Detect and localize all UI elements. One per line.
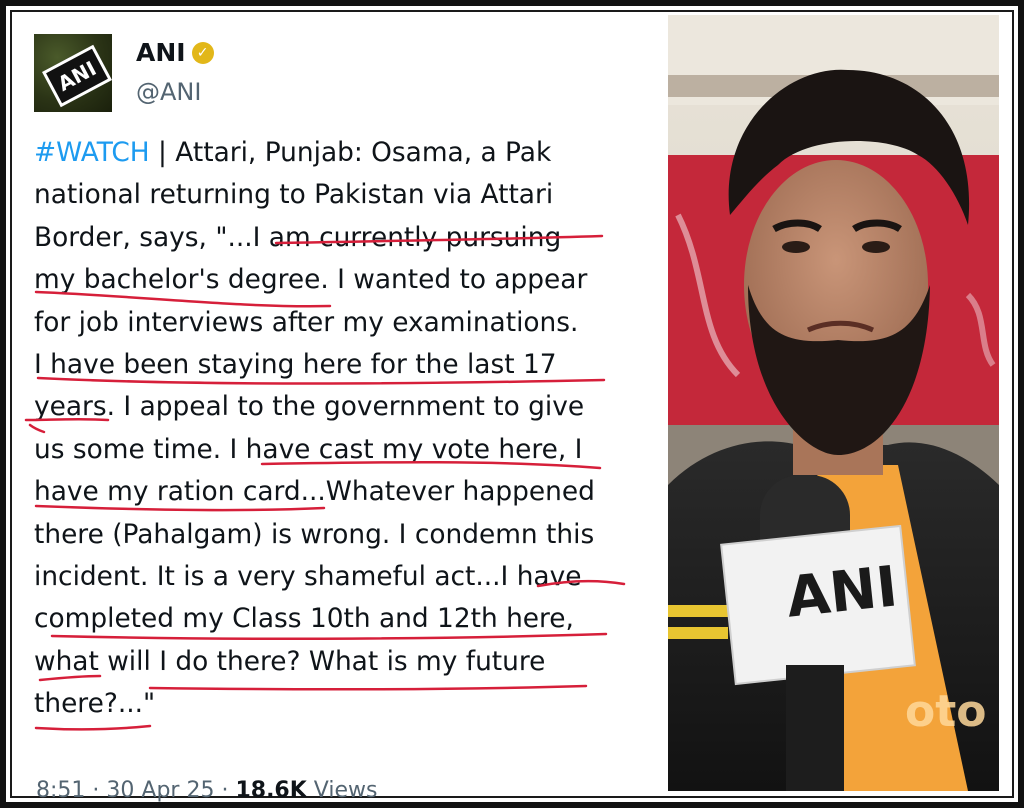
video-thumbnail[interactable] <box>668 15 999 791</box>
post-date[interactable]: 30 Apr 25 <box>106 778 214 803</box>
views-label: Views <box>313 778 378 803</box>
hashtag-link[interactable]: #WATCH <box>34 137 150 168</box>
shirt-print: oto <box>905 686 987 737</box>
avatar-label: ANI <box>53 56 101 96</box>
tweet-text: #WATCH | Attari, Punjab: Osama, a Pak na… <box>34 132 659 726</box>
meta-separator: · <box>221 778 229 803</box>
post-time[interactable]: 8:51 <box>36 778 85 803</box>
tweet-card: ANI ANI ✓ @ANI #WATCH | Attari, Punjab: … <box>34 34 659 803</box>
tweet-meta: 8:51 · 30 Apr 25 · 18.6K Views <box>36 778 377 803</box>
tweet-body: | Attari, Punjab: Osama, a Pak national … <box>34 137 595 720</box>
ani-logo-icon: ANI <box>42 44 112 108</box>
user-handle[interactable]: @ANI <box>136 78 201 106</box>
meta-separator: · <box>92 778 100 803</box>
views-count: 18.6K <box>235 778 307 803</box>
avatar[interactable]: ANI <box>34 34 112 112</box>
display-name[interactable]: ANI <box>136 38 186 67</box>
name-row: ANI ✓ <box>136 38 214 67</box>
verified-badge-icon: ✓ <box>191 41 214 64</box>
